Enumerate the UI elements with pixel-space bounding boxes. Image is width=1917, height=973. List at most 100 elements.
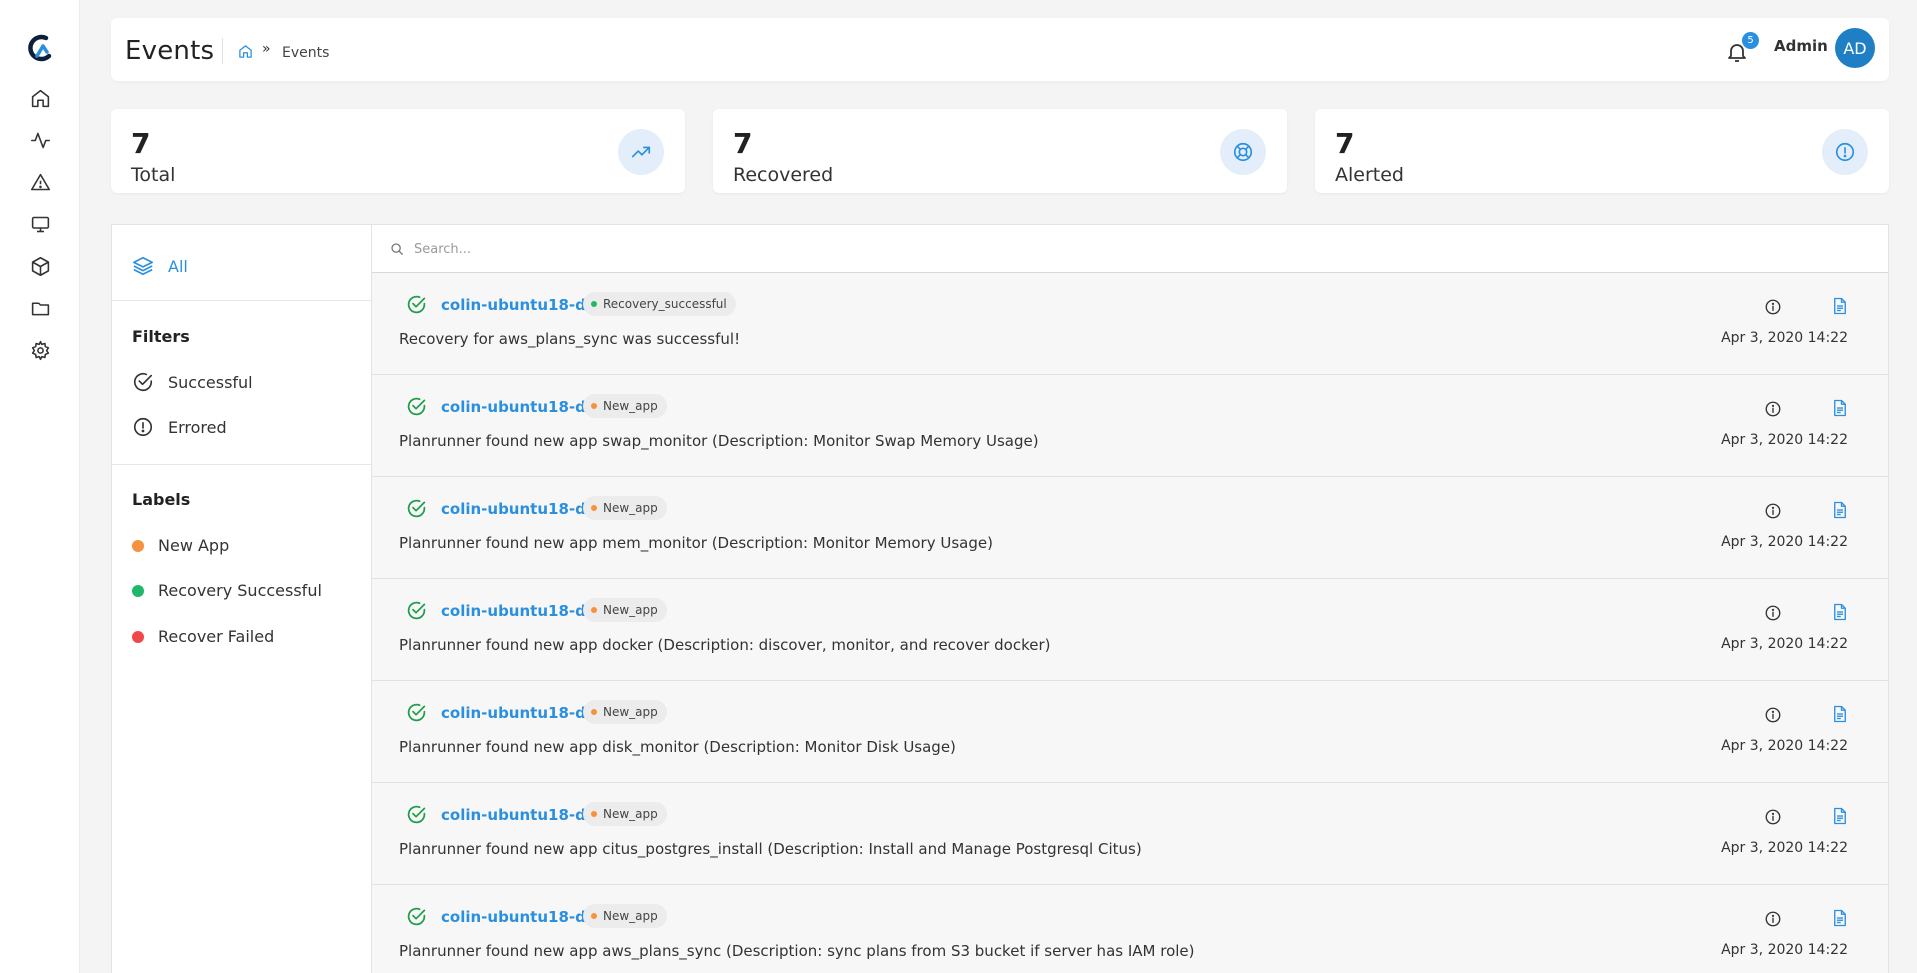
event-host-link[interactable]: colin-ubuntu18-db (441, 296, 597, 314)
tag-label: New_app (603, 603, 658, 617)
check-circle-icon (407, 499, 426, 518)
document-icon[interactable] (1831, 501, 1849, 519)
stat-value: 7 (131, 127, 151, 160)
check-circle-icon (407, 295, 426, 314)
tag-label: New_app (603, 705, 658, 719)
alert-circle-icon (133, 417, 153, 437)
event-timestamp: Apr 3, 2020 14:22 (1721, 942, 1848, 958)
gear-icon (31, 340, 49, 360)
filter-panel: All Filters Successful Errored Labels Ne… (111, 224, 372, 973)
info-icon[interactable] (1764, 400, 1782, 418)
avatar[interactable]: AD (1835, 28, 1875, 68)
event-message: Recovery for aws_plans_sync was successf… (399, 330, 741, 348)
event-message: Planrunner found new app mem_monitor (De… (399, 534, 993, 552)
event-tag-badge: Recovery_successful (583, 292, 736, 316)
user-name[interactable]: Admin (1774, 37, 1828, 55)
info-icon[interactable] (1764, 298, 1782, 316)
event-row[interactable]: colin-ubuntu18-db New_app Planrunner fou… (372, 477, 1888, 579)
label-color-dot (132, 539, 144, 552)
tag-label: New_app (603, 501, 658, 515)
monitor-icon (31, 216, 49, 232)
filters-title: Filters (132, 327, 190, 346)
breadcrumb-home-icon[interactable] (238, 44, 253, 59)
nav-alerts[interactable] (26, 168, 54, 196)
label-recover-failed[interactable]: Recover Failed (132, 627, 274, 646)
label-color-dot (132, 630, 144, 643)
tag-color-dot (591, 403, 597, 409)
notification-count-badge: 5 (1742, 32, 1759, 49)
check-circle-icon (407, 805, 426, 824)
tag-color-dot (591, 709, 597, 715)
event-row[interactable]: colin-ubuntu18-db New_app Planrunner fou… (372, 375, 1888, 477)
event-row[interactable]: colin-ubuntu18-db Recovery_successful Re… (372, 273, 1888, 375)
info-icon[interactable] (1764, 604, 1782, 622)
tag-color-dot (591, 913, 597, 919)
event-host-link[interactable]: colin-ubuntu18-db (441, 704, 597, 722)
alert-circle-icon (1822, 129, 1868, 175)
event-row[interactable]: colin-ubuntu18-db New_app Planrunner fou… (372, 783, 1888, 885)
info-icon[interactable] (1764, 706, 1782, 724)
event-row[interactable]: colin-ubuntu18-db New_app Planrunner fou… (372, 579, 1888, 681)
tag-color-dot (591, 607, 597, 613)
life-buoy-icon (1220, 129, 1266, 175)
document-icon[interactable] (1831, 297, 1849, 315)
nav-home[interactable] (26, 84, 54, 112)
event-host-link[interactable]: colin-ubuntu18-db (441, 500, 597, 518)
event-row[interactable]: colin-ubuntu18-db New_app Planrunner fou… (372, 681, 1888, 783)
event-tag-badge: New_app (583, 496, 667, 520)
info-icon[interactable] (1764, 808, 1782, 826)
check-circle-icon (407, 601, 426, 620)
trending-up-icon (618, 129, 664, 175)
breadcrumb-current: Events (282, 45, 330, 61)
stat-card-total: 7 Total (111, 109, 685, 193)
app-logo[interactable] (24, 32, 56, 64)
tag-label: New_app (603, 909, 658, 923)
tag-label: Recovery_successful (603, 297, 727, 311)
event-timestamp: Apr 3, 2020 14:22 (1721, 432, 1848, 448)
filter-errored[interactable]: Errored (132, 416, 227, 438)
folder-icon (31, 301, 49, 315)
event-timestamp: Apr 3, 2020 14:22 (1721, 738, 1848, 754)
document-icon[interactable] (1831, 807, 1849, 825)
info-icon[interactable] (1764, 502, 1782, 520)
nav-monitors[interactable] (26, 210, 54, 238)
event-timestamp: Apr 3, 2020 14:22 (1721, 840, 1848, 856)
filter-label: Errored (168, 417, 227, 437)
tag-color-dot (591, 505, 597, 511)
alert-triangle-icon (30, 173, 50, 190)
event-message: Planrunner found new app citus_postgres_… (399, 840, 1142, 858)
document-icon[interactable] (1831, 705, 1849, 723)
nav-files[interactable] (26, 294, 54, 322)
event-host-link[interactable]: colin-ubuntu18-db (441, 806, 597, 824)
filter-all[interactable]: All (132, 255, 188, 277)
nav-packages[interactable] (26, 252, 54, 280)
filter-successful[interactable]: Successful (132, 371, 253, 393)
stat-label: Alerted (1335, 164, 1404, 186)
label-text: Recovery Successful (158, 581, 322, 600)
document-icon[interactable] (1831, 909, 1849, 927)
filter-all-label: All (168, 256, 188, 276)
event-row[interactable]: colin-ubuntu18-db New_app Planrunner fou… (372, 885, 1888, 973)
tag-label: New_app (603, 399, 658, 413)
stat-card-recovered: 7 Recovered (713, 109, 1287, 193)
label-new-app[interactable]: New App (132, 536, 229, 555)
event-host-link[interactable]: colin-ubuntu18-db (441, 602, 597, 620)
event-timestamp: Apr 3, 2020 14:22 (1721, 330, 1848, 346)
events-panel: colin-ubuntu18-db Recovery_successful Re… (371, 224, 1889, 973)
event-timestamp: Apr 3, 2020 14:22 (1721, 636, 1848, 652)
labels-title: Labels (132, 490, 191, 509)
label-color-dot (132, 584, 144, 597)
nav-settings[interactable] (26, 336, 54, 364)
nav-activity[interactable] (26, 126, 54, 154)
layers-icon (133, 256, 153, 276)
label-text: New App (158, 536, 230, 555)
label-recovery-successful[interactable]: Recovery Successful (132, 581, 322, 600)
document-icon[interactable] (1831, 399, 1849, 417)
stat-value: 7 (1335, 127, 1355, 160)
document-icon[interactable] (1831, 603, 1849, 621)
label-text: Recover Failed (158, 627, 275, 646)
info-icon[interactable] (1764, 910, 1782, 928)
event-host-link[interactable]: colin-ubuntu18-db (441, 908, 597, 926)
search-input[interactable] (414, 237, 1854, 261)
event-host-link[interactable]: colin-ubuntu18-db (441, 398, 597, 416)
